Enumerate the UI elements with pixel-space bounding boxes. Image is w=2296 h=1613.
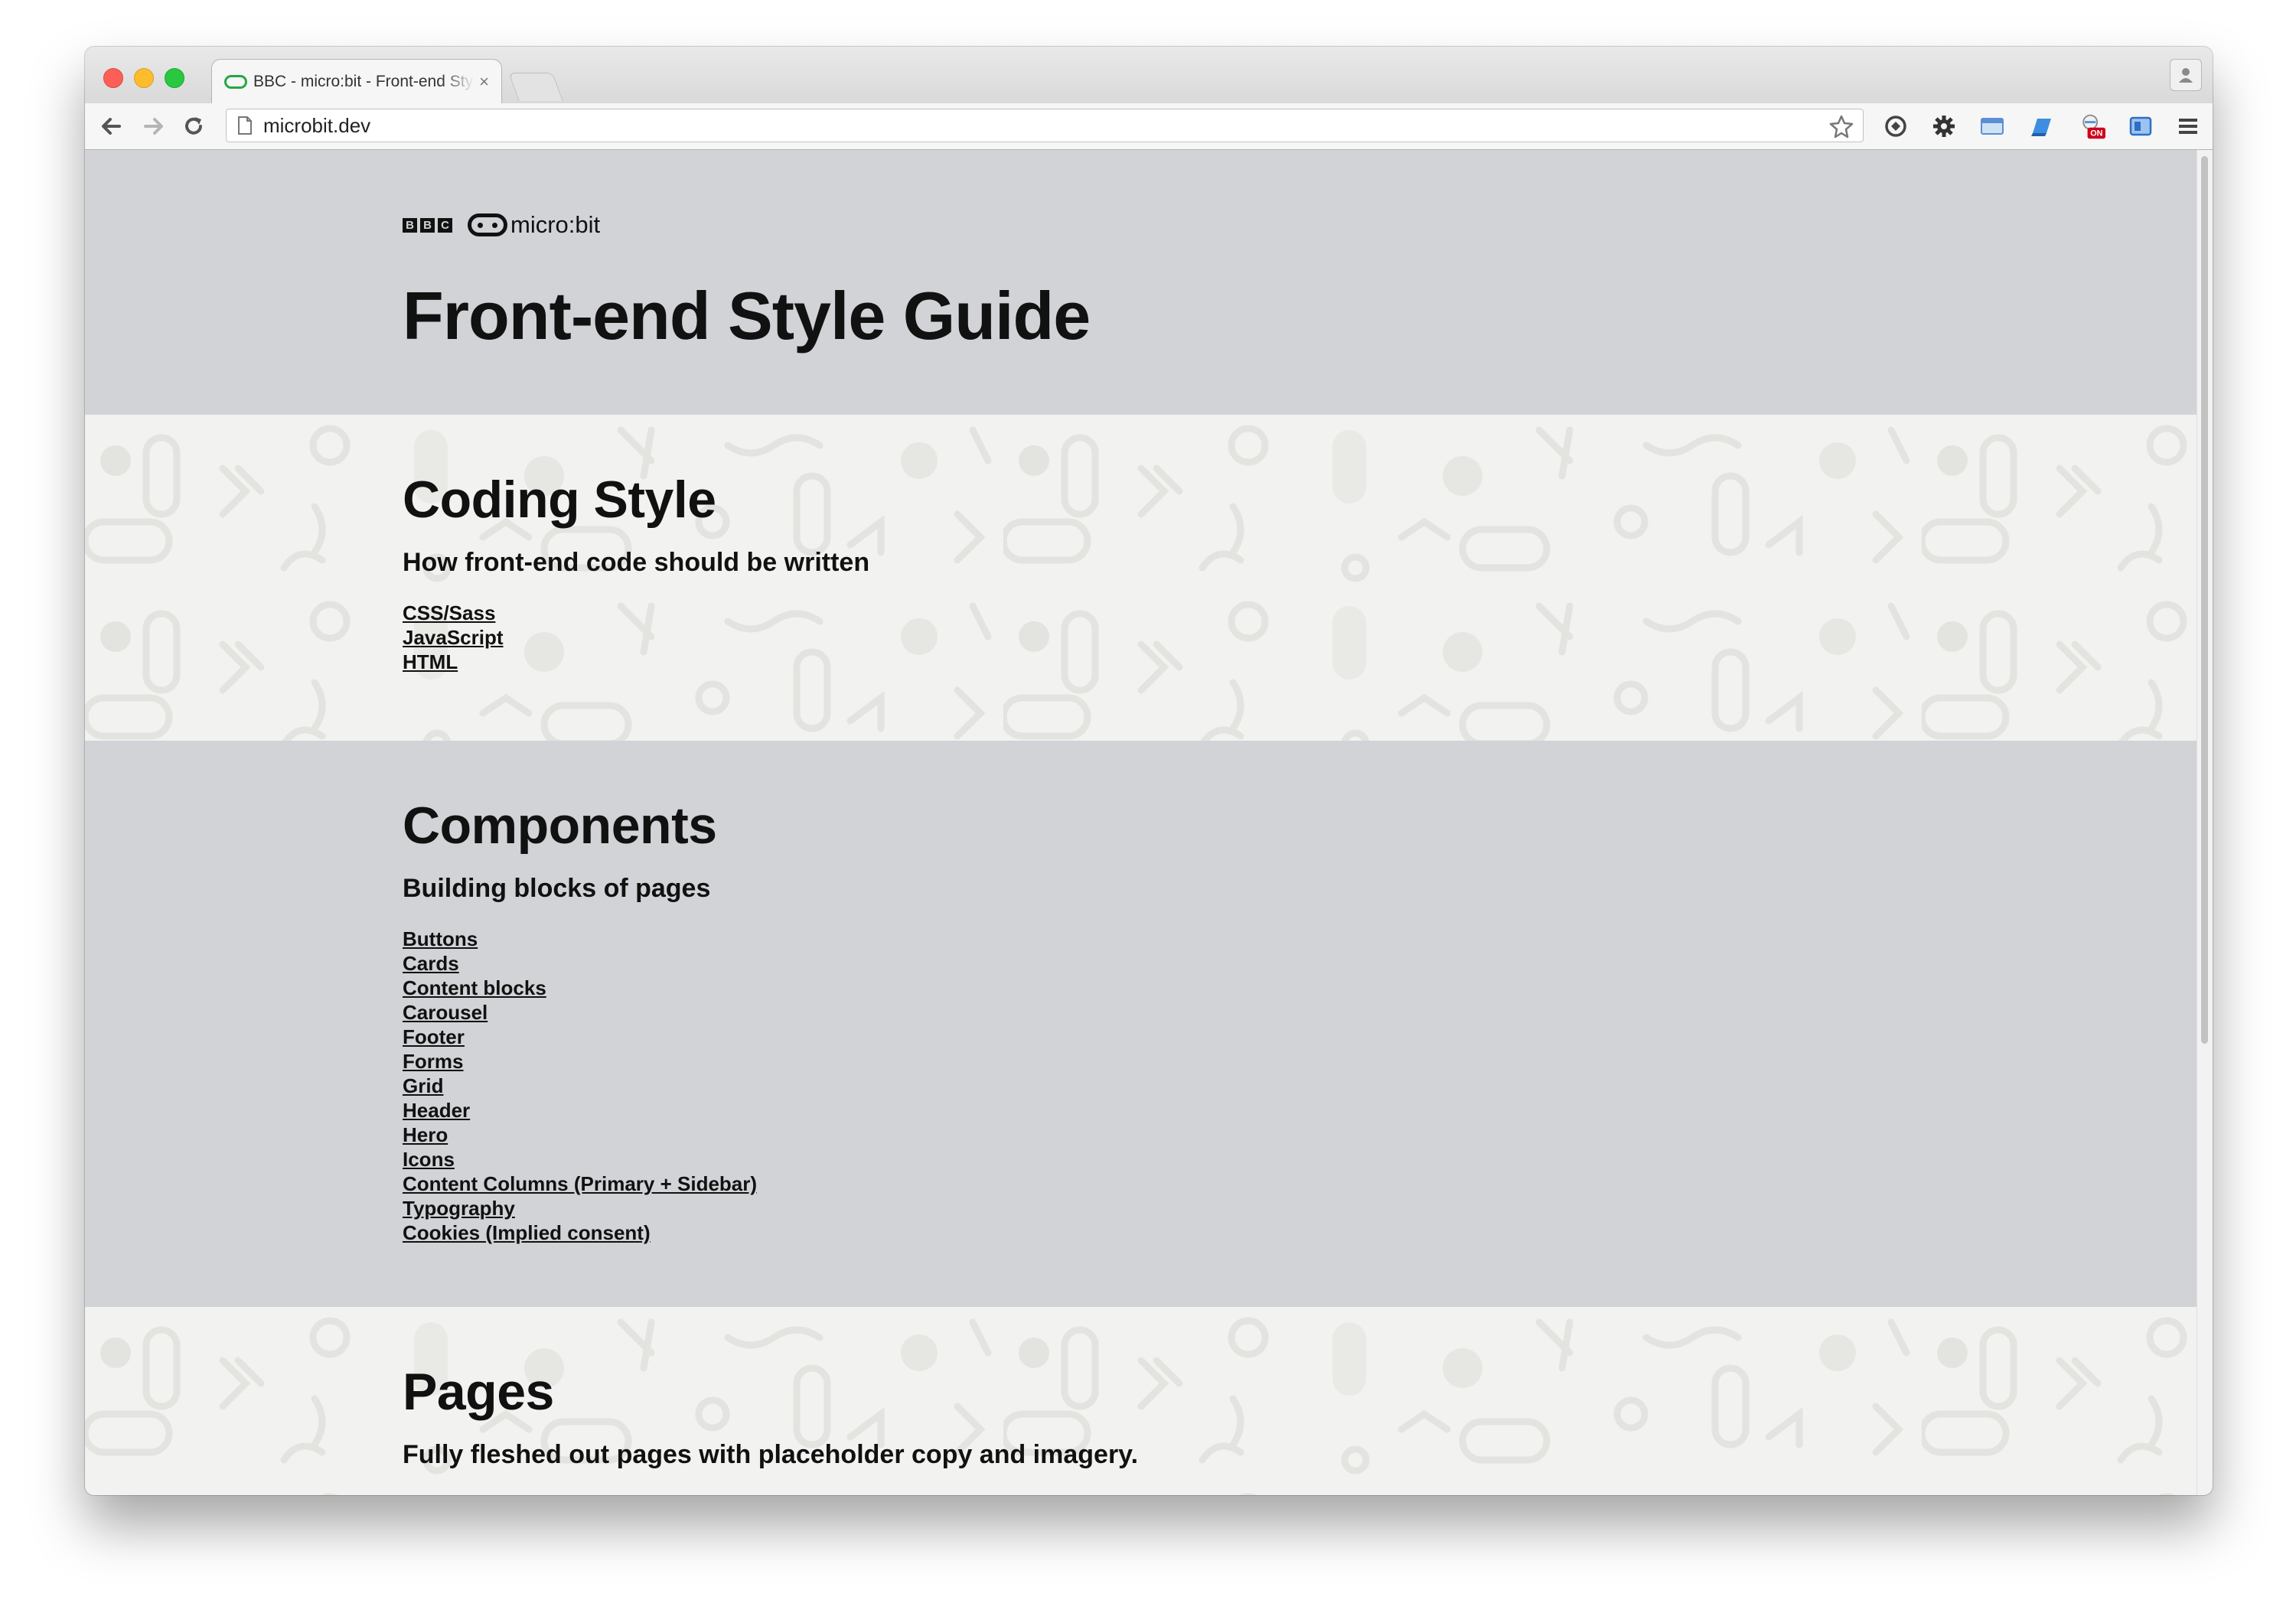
- address-bar[interactable]: microbit.dev: [226, 109, 1864, 142]
- microbit-logo: micro:bit: [468, 211, 600, 239]
- brand-name: micro:bit: [510, 211, 601, 238]
- bbc-letter: B: [403, 217, 417, 233]
- extension-blue-icon[interactable]: [2027, 112, 2055, 140]
- link-footer[interactable]: Footer: [403, 1025, 757, 1049]
- brand-logo[interactable]: B B C micro:bit: [403, 211, 1090, 239]
- extension-on-badge: ON: [2090, 129, 2102, 138]
- scrollbar-thumb[interactable]: [2201, 156, 2208, 1044]
- vertical-scrollbar[interactable]: [2197, 150, 2213, 1495]
- reload-button[interactable]: [178, 111, 209, 142]
- reload-icon: [185, 117, 202, 135]
- tab-active[interactable]: BBC - micro:bit - Front-end Style Guide …: [211, 59, 502, 103]
- forward-arrow-icon: [144, 118, 163, 135]
- link-javascript[interactable]: JavaScript: [403, 625, 869, 650]
- extension-on-icon[interactable]: ON: [2078, 112, 2105, 140]
- extension-card-icon[interactable]: [2127, 112, 2154, 140]
- menu-hamburger-icon[interactable]: [2174, 112, 2202, 140]
- person-icon: [2179, 68, 2193, 83]
- link-carousel[interactable]: Carousel: [403, 1000, 757, 1025]
- section-pages: Pages Fully fleshed out pages with place…: [85, 1307, 2197, 1495]
- bbc-letter: B: [420, 217, 435, 233]
- maximize-window-button[interactable]: [165, 68, 184, 88]
- bbc-logo: B B C: [403, 217, 452, 233]
- section-links: CSS/Sass JavaScript HTML: [403, 601, 869, 674]
- link-hero[interactable]: Hero: [403, 1123, 757, 1147]
- link-icons[interactable]: Icons: [403, 1147, 757, 1171]
- page-title: Front-end Style Guide: [403, 278, 1091, 354]
- close-window-button[interactable]: [103, 68, 123, 88]
- extension-sync-icon[interactable]: [1882, 112, 1910, 140]
- minimize-window-button[interactable]: [134, 68, 154, 88]
- link-cards[interactable]: Cards: [403, 951, 757, 976]
- page-icon: [238, 116, 252, 135]
- new-tab-button[interactable]: [508, 73, 563, 101]
- page-content: B B C micro:bit Front-end Style Guide Co: [85, 150, 2197, 1495]
- tab-title: BBC - micro:bit - Front-end Style Guide: [253, 72, 475, 90]
- link-grid[interactable]: Grid: [403, 1074, 757, 1098]
- tab-close-icon[interactable]: ×: [479, 72, 489, 92]
- section-heading: Pages: [403, 1363, 554, 1421]
- section-heading: Components: [403, 797, 717, 855]
- link-header[interactable]: Header: [403, 1098, 757, 1123]
- settings-gear-icon[interactable]: [1930, 112, 1958, 140]
- extension-window-icon[interactable]: [1978, 112, 2006, 140]
- url-text: microbit.dev: [263, 113, 371, 137]
- link-css-sass[interactable]: CSS/Sass: [403, 601, 869, 625]
- page-header: B B C micro:bit Front-end Style Guide: [85, 150, 2197, 415]
- browser-window: BBC - micro:bit - Front-end Style Guide …: [85, 47, 2213, 1495]
- browser-toolbar: microbit.dev ON: [85, 103, 2213, 150]
- link-buttons[interactable]: Buttons: [403, 927, 757, 951]
- link-html[interactable]: HTML: [403, 650, 869, 674]
- profile-button[interactable]: [2170, 59, 2202, 91]
- tab-strip: BBC - micro:bit - Front-end Style Guide …: [85, 47, 2213, 103]
- section-subtitle: Fully fleshed out pages with placeholder…: [403, 1440, 1139, 1469]
- section-heading: Coding Style: [403, 471, 716, 529]
- section-subtitle: Building blocks of pages: [403, 874, 711, 903]
- back-arrow-icon: [102, 118, 121, 135]
- bbc-letter: C: [438, 217, 452, 233]
- link-content-blocks[interactable]: Content blocks: [403, 976, 757, 1000]
- link-typography[interactable]: Typography: [403, 1196, 757, 1220]
- section-subtitle: How front-end code should be written: [403, 548, 870, 577]
- back-button[interactable]: [96, 111, 126, 142]
- section-coding-style: Coding Style How front-end code should b…: [85, 415, 2197, 741]
- section-components: Components Building blocks of pages Butt…: [85, 741, 2197, 1307]
- link-content-columns[interactable]: Content Columns (Primary + Sidebar): [403, 1171, 757, 1196]
- bookmark-star-icon[interactable]: [1829, 114, 1854, 138]
- section-links: Buttons Cards Content blocks Carousel Fo…: [403, 927, 757, 1245]
- microbit-logo-icon: [468, 213, 507, 236]
- link-forms[interactable]: Forms: [403, 1049, 757, 1074]
- doodle-pattern: [85, 415, 2197, 741]
- link-cookies[interactable]: Cookies (Implied consent): [403, 1220, 757, 1245]
- microbit-favicon-icon: [224, 74, 247, 89]
- forward-button[interactable]: [139, 111, 169, 142]
- doodle-pattern: [85, 1307, 2197, 1495]
